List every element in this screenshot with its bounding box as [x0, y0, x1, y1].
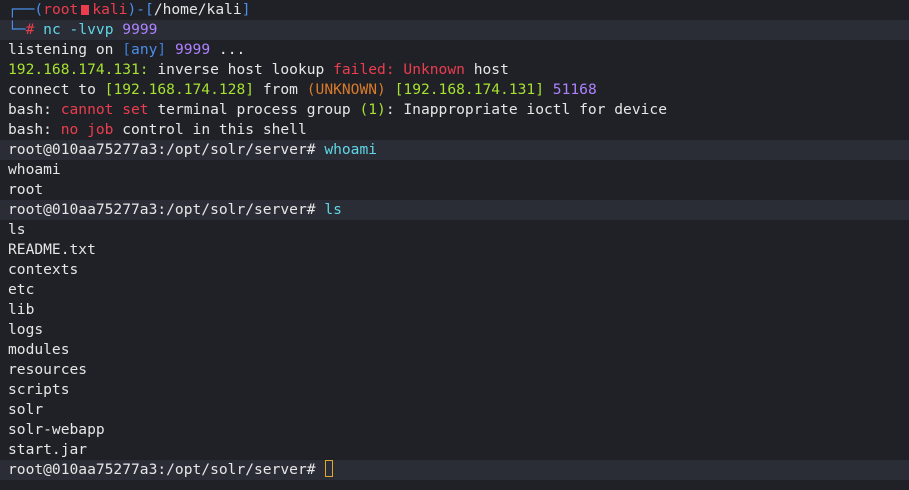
- output-line: whoami: [8, 161, 61, 178]
- error-set: set: [113, 101, 149, 118]
- file-list-item: etc: [8, 281, 35, 298]
- shell-prompt: root@010aa75277a3:/opt/solr/server#: [8, 461, 316, 478]
- terminal-window[interactable]: ┌──(root kali)-[/home/kali] └─# nc -lvvp …: [0, 0, 909, 490]
- lookup-ip: 192.168.174.131:: [8, 61, 149, 78]
- file-list-item: resources: [8, 361, 88, 378]
- bash-error-line-2: bash: no job control in this shell: [0, 120, 909, 140]
- command-ls: ls: [324, 201, 342, 218]
- file-list-item: lib: [8, 301, 35, 318]
- shell-prompt: root@010aa75277a3:/opt/solr/server#: [8, 201, 316, 218]
- listening-line: listening on [any] 9999 ...: [0, 40, 909, 60]
- connect-local-ip: [192.168.174.128]: [104, 81, 255, 98]
- error-text-3: control in this shell: [113, 121, 307, 138]
- connect-from: from: [254, 81, 307, 98]
- prompt-user: root: [43, 1, 79, 18]
- lookup-unknown: Unknown: [394, 61, 465, 78]
- connect-line: connect to [192.168.174.128] from (UNKNO…: [0, 80, 909, 100]
- connect-remote-ip: [192.168.174.131]: [394, 81, 544, 98]
- error-text-2: : Inappropriate ioctl for device: [385, 101, 667, 118]
- command-args: -lvvp: [69, 21, 114, 38]
- listening-text: listening on: [8, 41, 123, 58]
- listening-open-bracket: [: [122, 41, 132, 58]
- connect-text: connect to: [8, 81, 105, 98]
- listening-close-bracket: ]: [157, 41, 167, 58]
- file-list-item: modules: [8, 341, 70, 358]
- kali-prompt-header: ┌──(root kali)-[/home/kali]: [0, 0, 909, 20]
- shell-prompt-whoami: root@010aa75277a3:/opt/solr/server# whoa…: [0, 140, 909, 160]
- listening-dots: ...: [210, 41, 246, 58]
- prompt-box-left: ┌──(: [8, 1, 44, 18]
- shell-prompt-active[interactable]: root@010aa75277a3:/opt/solr/server#: [0, 460, 909, 480]
- file-list-item: start.jar: [8, 441, 88, 458]
- error-no: no: [60, 121, 79, 138]
- error-job: job: [78, 121, 114, 138]
- file-list-item: logs: [8, 321, 44, 338]
- nc-command-line: └─# nc -lvvp 9999: [0, 20, 909, 40]
- command-whoami: whoami: [324, 141, 378, 158]
- file-list-item: solr: [8, 401, 44, 418]
- command-port: 9999: [122, 21, 158, 38]
- lookup-host: host: [464, 61, 509, 78]
- text-cursor[interactable]: [325, 460, 334, 477]
- skull-icon: [81, 5, 90, 15]
- lookup-failed: failed:: [333, 61, 395, 78]
- listening-any: any: [131, 41, 158, 58]
- bash-error-line-1: bash: cannot set terminal process group …: [0, 100, 909, 120]
- prompt-box-bottom: └─: [8, 21, 26, 38]
- prompt-path: /home/kali: [153, 1, 242, 18]
- connect-port: 51168: [552, 81, 597, 98]
- bash-label-1: bash:: [8, 101, 61, 118]
- bash-label-2: bash:: [8, 121, 61, 138]
- prompt-close-bracket: ]: [241, 1, 251, 18]
- file-list-item: contexts: [8, 261, 79, 278]
- connect-unknown: (UNKNOWN): [306, 81, 386, 98]
- prompt-hash: #: [25, 21, 35, 38]
- lookup-line: 192.168.174.131: inverse host lookup fai…: [0, 60, 909, 80]
- shell-prompt-ls: root@010aa75277a3:/opt/solr/server# ls: [0, 200, 909, 220]
- output-line: root: [8, 181, 44, 198]
- listening-port: 9999: [174, 41, 211, 58]
- shell-prompt: root@010aa75277a3:/opt/solr/server#: [8, 141, 316, 158]
- file-list-item: solr-webapp: [8, 421, 105, 438]
- error-cannot: cannot: [60, 101, 114, 118]
- command-name: nc: [43, 21, 61, 38]
- error-code: (1): [359, 101, 386, 118]
- prompt-separator: )-[: [127, 1, 154, 18]
- file-list-item: scripts: [8, 381, 70, 398]
- prompt-host: kali: [92, 1, 128, 18]
- output-line: ls: [8, 221, 26, 238]
- lookup-text: inverse host lookup: [148, 61, 334, 78]
- file-list-item: README.txt: [8, 241, 96, 258]
- error-text-1: terminal process group: [148, 101, 360, 118]
